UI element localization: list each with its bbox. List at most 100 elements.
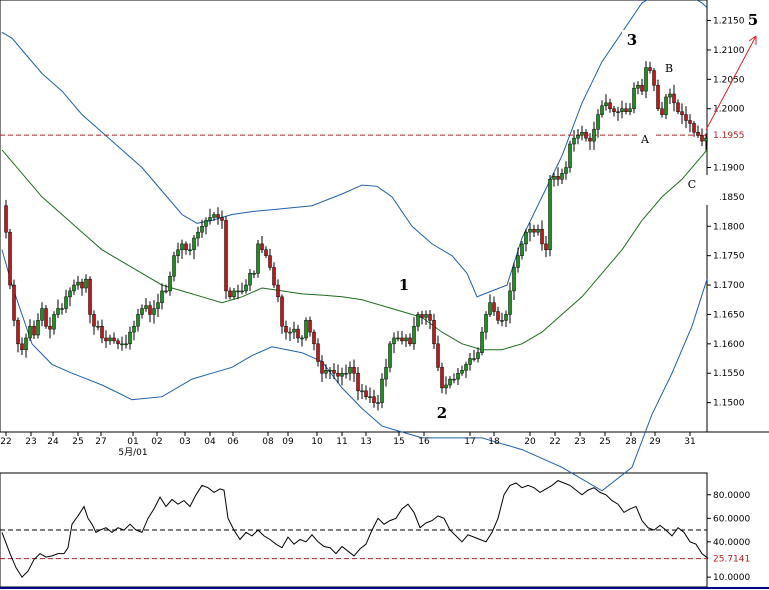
candle-body [604, 102, 608, 107]
candle-body [444, 384, 448, 389]
candle-body [60, 308, 64, 310]
current-price-label: 1.1955 [713, 131, 745, 141]
candle-body [624, 108, 628, 112]
candle-body [568, 143, 572, 168]
time-tick-label: 10 [311, 437, 323, 447]
candle-body [420, 314, 424, 318]
annotation-label-2: 2 [437, 404, 447, 422]
candle-body [640, 84, 644, 92]
candle-body [232, 290, 236, 298]
price-tick-label: 1.1500 [713, 399, 745, 409]
annotation-label-3: 3 [627, 31, 637, 49]
candle-body [56, 308, 60, 315]
candle-body [292, 328, 296, 333]
candle-body [452, 378, 456, 381]
price-tick-label: 1.1900 [713, 164, 745, 174]
candle-body [40, 308, 44, 321]
time-tick-label: 23 [25, 437, 36, 447]
candle-body [272, 267, 276, 286]
candle-body [296, 328, 300, 339]
candle-body [360, 390, 364, 393]
candle-body [408, 337, 412, 345]
candle-body [156, 302, 160, 309]
indicator-tick-label: 40.0000 [713, 538, 750, 548]
candle-body [84, 278, 88, 289]
price-tick-label: 1.2100 [713, 46, 745, 56]
candle-body [112, 337, 116, 342]
candle-body [628, 108, 632, 112]
candle-body [100, 325, 104, 339]
candle-body [672, 93, 676, 104]
candle-body [264, 249, 268, 256]
candle-body [44, 308, 48, 327]
candle-body [576, 134, 580, 139]
candle-body [24, 337, 28, 350]
candle-body [464, 364, 468, 371]
candle-body [324, 370, 328, 374]
candle-body [144, 305, 148, 309]
candle-body [184, 243, 188, 251]
candle-body [544, 243, 548, 251]
candle-body [284, 325, 288, 333]
candle-body [304, 320, 308, 339]
candle-body [236, 290, 240, 293]
candle-body [36, 320, 40, 336]
candle-body [608, 102, 612, 109]
annotation-label-c: C [688, 178, 696, 191]
candle-body [328, 370, 332, 372]
candle-body [380, 378, 384, 403]
candle-body [472, 358, 476, 360]
candle-body [632, 87, 636, 109]
candle-body [244, 284, 248, 292]
candle-body [104, 337, 108, 342]
candle-body [300, 337, 304, 340]
time-tick-label: 17 [464, 437, 475, 447]
candle-body [392, 337, 396, 345]
price-axis-area [707, 0, 769, 432]
time-tick-label: 02 [151, 437, 162, 447]
candle-body [352, 367, 356, 374]
candle-body [456, 372, 460, 380]
candle-body [196, 231, 200, 239]
price-tick-label: 1.1600 [713, 340, 745, 350]
candle-body [288, 331, 292, 334]
indicator-tick-label: 10.0000 [713, 573, 750, 583]
candle-body [668, 93, 672, 98]
candle-body [164, 290, 168, 293]
time-tick-label: 09 [282, 437, 294, 447]
candle-body [364, 390, 368, 397]
time-tick-label: 11 [336, 437, 347, 447]
candle-body [488, 302, 492, 315]
candle-body [152, 308, 156, 315]
time-tick-label: 23 [574, 437, 585, 447]
candle-body [484, 314, 488, 333]
candle-body [664, 96, 668, 115]
annotation-label-b: B [665, 62, 673, 75]
candle-body [476, 352, 480, 359]
candle-body [52, 314, 56, 330]
candle-body [276, 284, 280, 298]
candle-body [620, 108, 624, 112]
candle-body [592, 129, 596, 142]
time-sublabel: 5月/01 [118, 447, 147, 458]
time-tick-label: 04 [204, 437, 216, 447]
candle-body [208, 217, 212, 221]
candle-body [412, 325, 416, 345]
time-tick-label: 08 [262, 437, 274, 447]
candle-body [660, 108, 664, 115]
indicator-current-label: 25.7141 [713, 555, 750, 565]
candle-body [252, 273, 256, 275]
candle-body [68, 290, 72, 298]
time-tick-label: 18 [488, 437, 500, 447]
candle-body [648, 67, 652, 71]
candle-body [12, 284, 16, 321]
time-tick-label: 15 [393, 437, 404, 447]
time-axis-ticks: 22 23 24 25 27 01 02 03 04 06 08 09 10 11 13 15 16 17 18 20… [0, 432, 696, 458]
candle-body [696, 131, 700, 136]
time-tick-label: 20 [524, 437, 536, 447]
candle-body [48, 325, 52, 330]
candle-body [96, 325, 100, 328]
candle-body [120, 343, 124, 346]
candle-body [148, 305, 152, 315]
annotation-label-5: 5 [748, 11, 758, 29]
